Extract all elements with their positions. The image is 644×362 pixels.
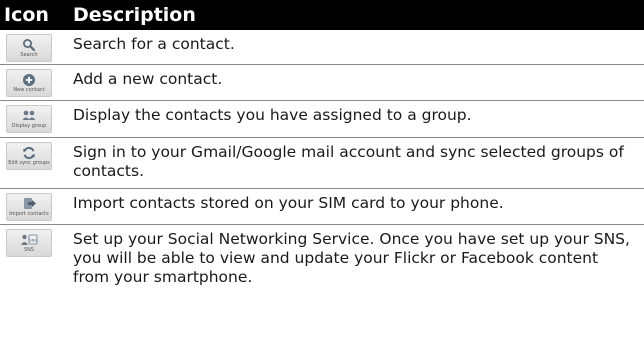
svg-text:SNS: SNS xyxy=(29,238,37,242)
table-row: New contact Add a new contact. xyxy=(0,65,644,101)
icon-caption: Import contacts xyxy=(9,211,49,217)
row-description: Import contacts stored on your SIM card … xyxy=(73,194,504,212)
icon-cell: Display group xyxy=(0,101,73,133)
table-row: SNS SNS Set up your Social Networking Se… xyxy=(0,225,644,291)
icon-caption: Search xyxy=(20,52,38,58)
icon-caption: Edit sync groups xyxy=(8,160,50,166)
icon-cell: SNS SNS xyxy=(0,225,73,257)
table-row: Import contacts Import contacts stored o… xyxy=(0,189,644,225)
icon-caption: New contact xyxy=(13,87,45,93)
row-description: Set up your Social Networking Service. O… xyxy=(73,230,630,286)
search-icon: Search xyxy=(6,34,52,62)
icon-cell: New contact xyxy=(0,65,73,97)
table-row: Search Search for a contact. xyxy=(0,30,644,65)
table-row: Edit sync groups Sign in to your Gmail/G… xyxy=(0,138,644,189)
icon-cell: Search xyxy=(0,30,73,62)
icon-cell: Import contacts xyxy=(0,189,73,221)
table-row: Display group Display the contacts you h… xyxy=(0,101,644,138)
description-column-header: Description xyxy=(73,4,196,26)
row-description: Display the contacts you have assigned t… xyxy=(73,106,472,124)
sync-icon: Edit sync groups xyxy=(6,142,52,170)
sns-icon: SNS SNS xyxy=(6,229,52,257)
table-header: Icon Description xyxy=(0,0,644,30)
row-description: Sign in to your Gmail/Google mail accoun… xyxy=(73,143,624,180)
icon-description-table: Icon Description Search Search for a con… xyxy=(0,0,644,291)
display-group-icon: Display group xyxy=(6,105,52,133)
icon-caption: Display group xyxy=(11,123,47,129)
icon-caption: SNS xyxy=(23,247,35,253)
icon-column-header: Icon xyxy=(4,4,49,26)
new-contact-icon: New contact xyxy=(6,69,52,97)
import-contacts-icon: Import contacts xyxy=(6,193,52,221)
row-description: Search for a contact. xyxy=(73,35,235,53)
icon-cell: Edit sync groups xyxy=(0,138,73,170)
row-description: Add a new contact. xyxy=(73,70,223,88)
